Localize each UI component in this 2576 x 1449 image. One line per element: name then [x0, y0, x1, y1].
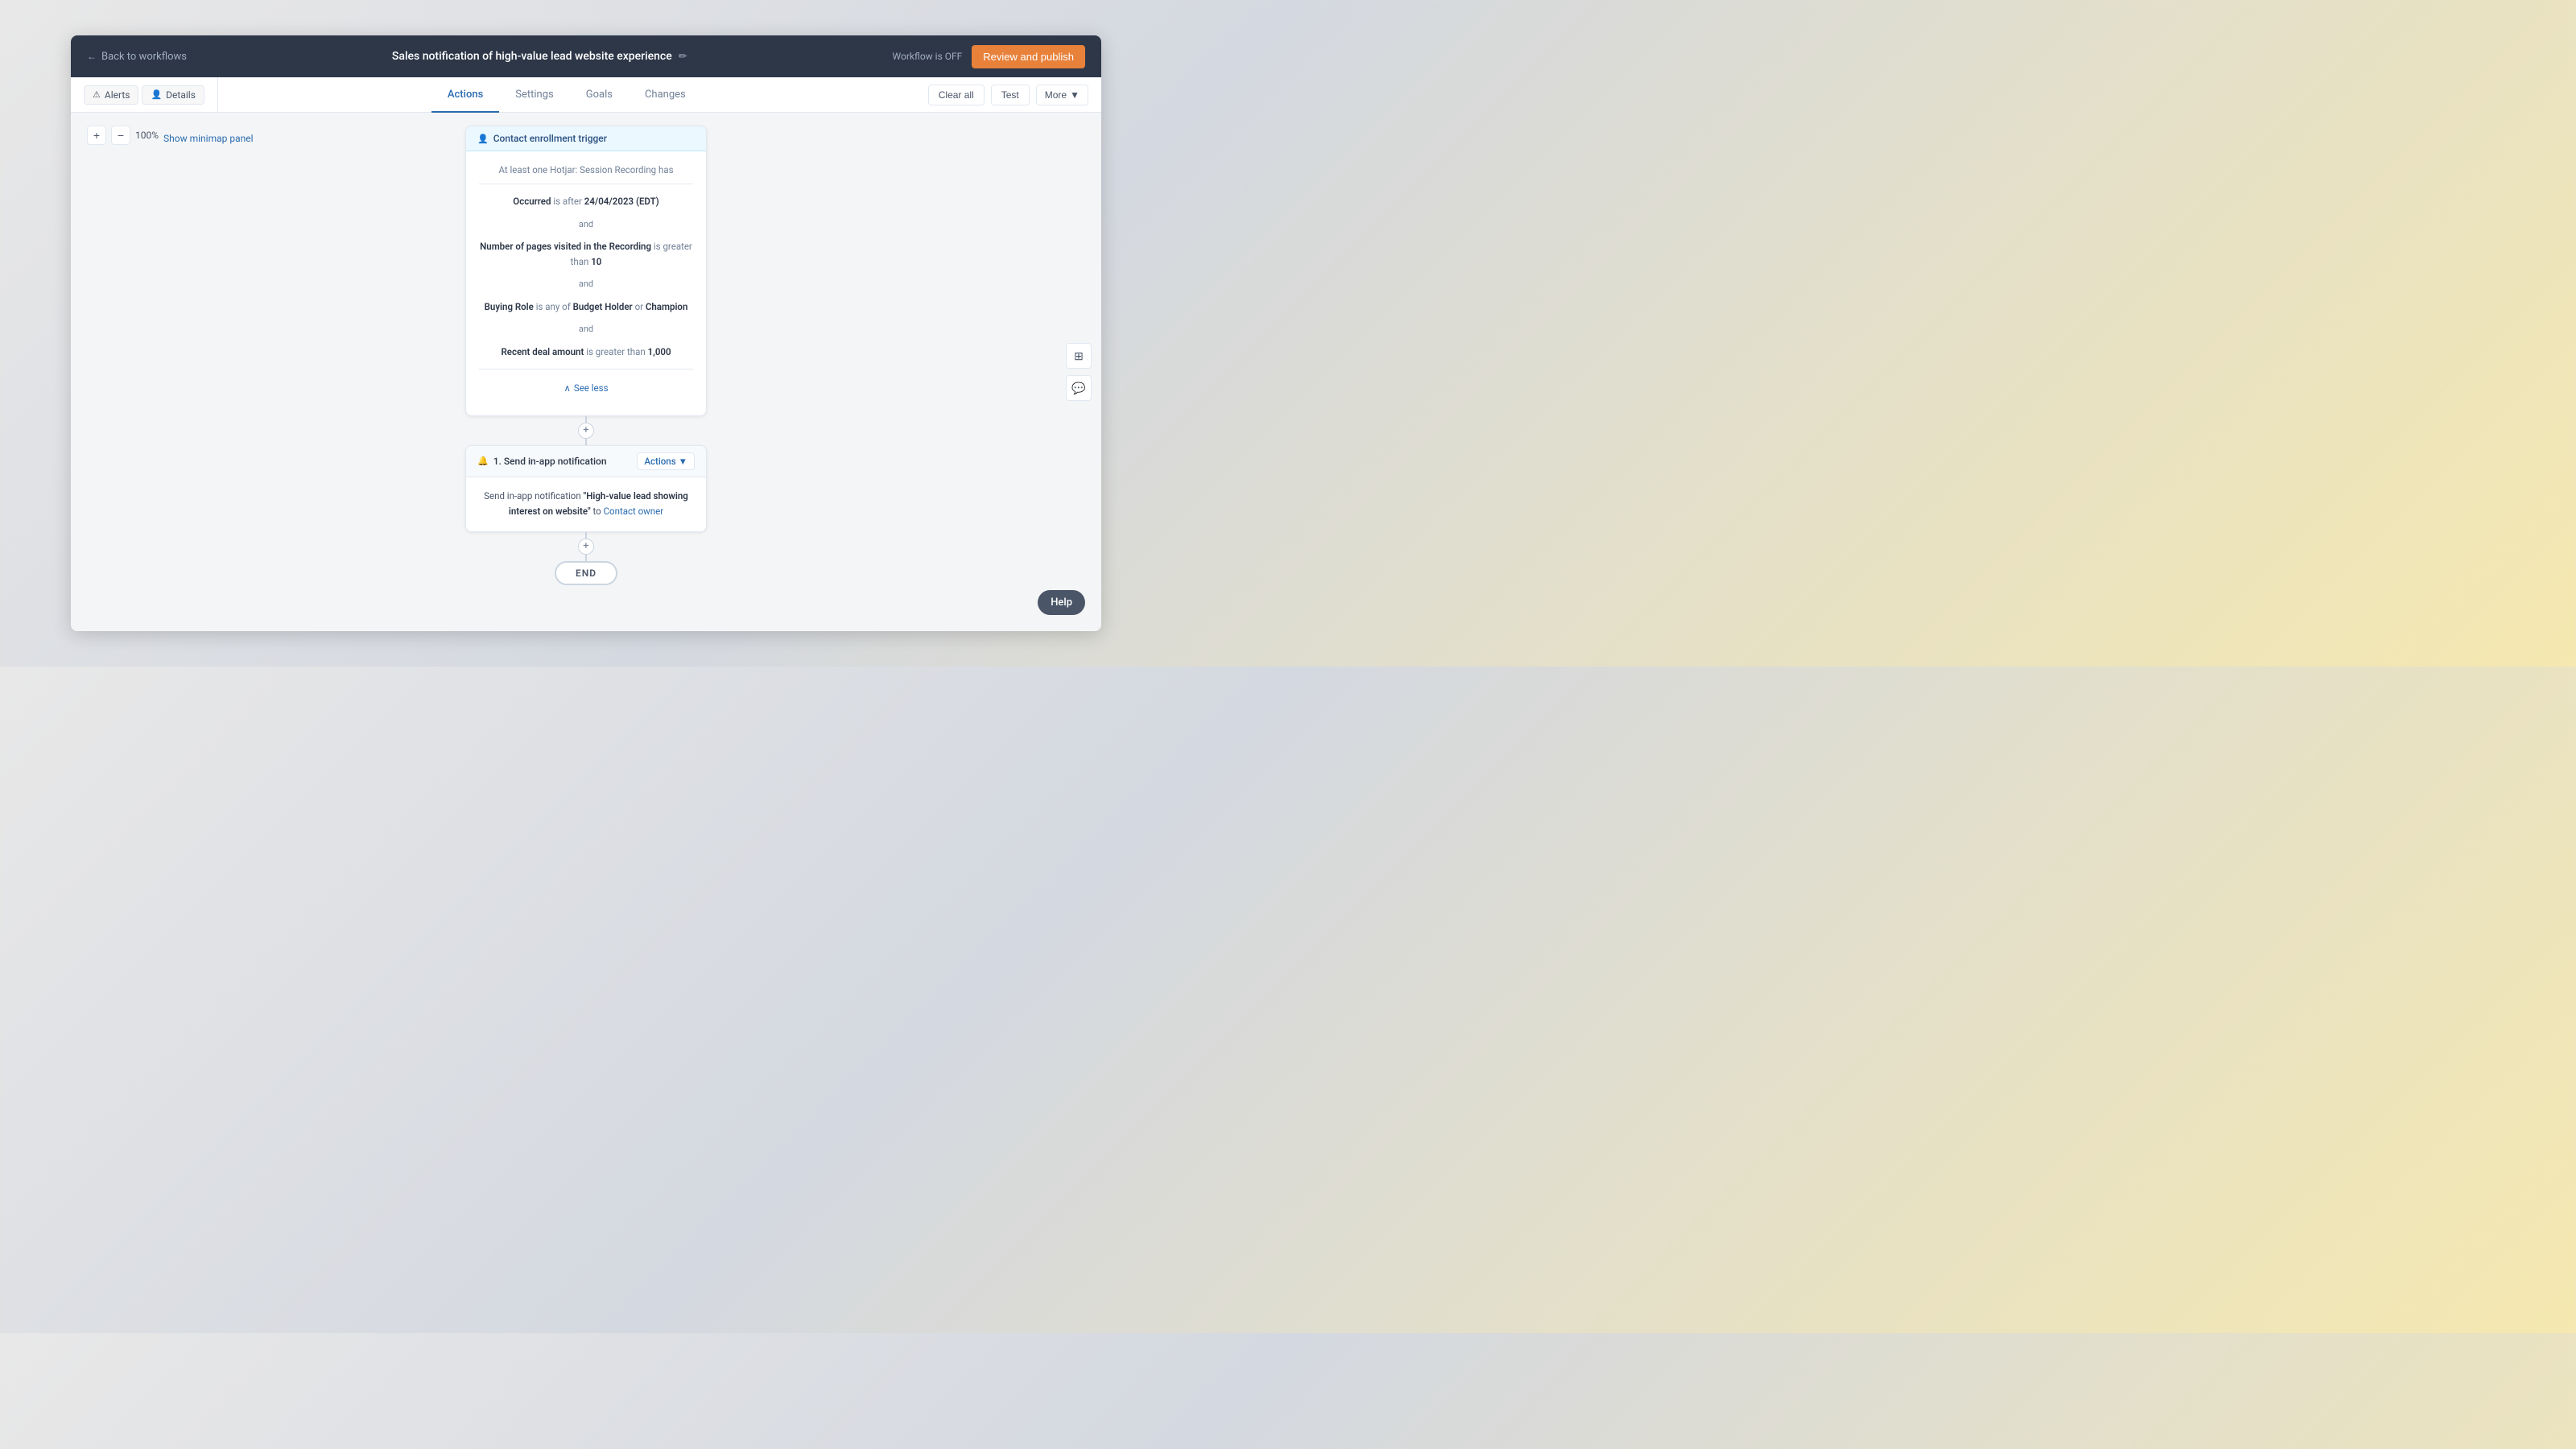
back-arrow-icon: ←: [87, 51, 97, 62]
see-less-link[interactable]: ∧ See less: [479, 376, 693, 403]
alerts-icon: ⚠: [93, 89, 101, 100]
condition-deal-amount: Recent deal amount is greater than 1,000: [479, 341, 693, 362]
trigger-icon: 👤: [477, 134, 489, 144]
top-nav-right: Workflow is OFF Review and publish: [893, 45, 1085, 68]
add-step-button-1[interactable]: +: [578, 423, 594, 439]
details-button[interactable]: 👤 Details: [142, 85, 204, 105]
trigger-card: 👤 Contact enrollment trigger At least on…: [465, 126, 707, 416]
workflow-status: Workflow is OFF: [893, 51, 963, 62]
see-less-label: See less: [574, 381, 609, 395]
action-body-text: Send in-app notification "High-value lea…: [484, 490, 688, 518]
top-nav: ← Back to workflows Sales notification o…: [71, 35, 1101, 77]
zoom-in-button[interactable]: +: [87, 126, 106, 145]
chevron-down-icon: ▼: [1070, 89, 1080, 101]
action-step-icon: 🔔: [477, 456, 489, 466]
chevron-up-icon: ∧: [564, 381, 570, 395]
tab-goals[interactable]: Goals: [570, 78, 629, 113]
tab-changes[interactable]: Changes: [629, 78, 702, 113]
contact-owner-link[interactable]: Contact owner: [604, 506, 664, 517]
tabs-area: Actions Settings Goals Changes: [218, 77, 915, 112]
app-container: ← Back to workflows Sales notification o…: [71, 35, 1101, 631]
zoom-controls: + − 100% Show minimap panel: [87, 126, 254, 145]
comment-icon: 💬: [1071, 382, 1085, 395]
tab-actions-label: Actions: [448, 89, 483, 101]
action-card: 🔔 1. Send in-app notification Actions ▼ …: [465, 445, 707, 532]
workflow-canvas: 👤 Contact enrollment trigger At least on…: [449, 126, 723, 585]
end-node: END: [555, 561, 617, 585]
grid-icon: ⊞: [1074, 349, 1084, 363]
publish-button[interactable]: Review and publish: [972, 45, 1085, 68]
show-minimap-link[interactable]: Show minimap panel: [163, 133, 254, 144]
zoom-level: 100%: [135, 130, 159, 141]
action-header-left: 🔔 1. Send in-app notification: [477, 456, 607, 467]
more-button[interactable]: More ▼: [1036, 85, 1088, 105]
action-card-header: 🔔 1. Send in-app notification Actions ▼: [466, 446, 706, 477]
and-separator-3: and: [479, 322, 693, 336]
details-label: Details: [166, 89, 196, 101]
zoom-out-button[interactable]: −: [111, 126, 130, 145]
tab-goals-label: Goals: [586, 89, 613, 101]
condition-pages: Number of pages visited in the Recording…: [479, 236, 693, 272]
workflow-title: Sales notification of high-value lead we…: [392, 50, 672, 63]
tab-settings[interactable]: Settings: [499, 78, 569, 113]
trigger-card-body: At least one Hotjar: Session Recording h…: [466, 151, 706, 415]
trigger-card-header: 👤 Contact enrollment trigger: [466, 126, 706, 151]
trigger-header-label: Contact enrollment trigger: [493, 133, 607, 144]
more-label: More: [1045, 89, 1067, 101]
add-step-button-2[interactable]: +: [578, 539, 594, 555]
secondary-nav-right: Clear all Test More ▼: [915, 77, 1101, 112]
connector-2: +: [585, 532, 587, 561]
back-link-label: Back to workflows: [101, 51, 187, 63]
edit-title-icon[interactable]: ✏: [679, 51, 687, 63]
actions-dropdown-label: Actions: [644, 456, 675, 467]
test-button[interactable]: Test: [991, 85, 1030, 105]
actions-dropdown-button[interactable]: Actions ▼: [637, 452, 695, 470]
actions-dropdown-chevron: ▼: [679, 456, 687, 467]
action-header-label: 1. Send in-app notification: [493, 456, 607, 467]
right-tools: ⊞ 💬: [1066, 343, 1092, 401]
details-icon: 👤: [151, 89, 162, 100]
tab-actions[interactable]: Actions: [431, 78, 499, 113]
action-card-body: Send in-app notification "High-value lea…: [466, 477, 706, 531]
trigger-intro-text: At least one Hotjar: Session Recording h…: [498, 164, 673, 175]
comments-button[interactable]: 💬: [1066, 375, 1092, 401]
alerts-button[interactable]: ⚠ Alerts: [84, 85, 138, 105]
alerts-label: Alerts: [105, 89, 130, 101]
tab-changes-label: Changes: [645, 89, 686, 101]
back-to-workflows-link[interactable]: ← Back to workflows: [87, 51, 187, 63]
connector-1: +: [585, 416, 587, 445]
clear-all-button[interactable]: Clear all: [928, 85, 985, 105]
grid-view-button[interactable]: ⊞: [1066, 343, 1092, 369]
canvas-area: + − 100% Show minimap panel ⊞ 💬 👤 Contac…: [71, 113, 1101, 631]
and-separator-2: and: [479, 277, 693, 291]
tab-settings-label: Settings: [515, 89, 553, 101]
condition-buying-role: Buying Role is any of Budget Holder or C…: [479, 296, 693, 317]
and-separator-1: and: [479, 217, 693, 232]
workflow-title-area: Sales notification of high-value lead we…: [187, 50, 893, 63]
condition-occurred: Occurred is after 24/04/2023 (EDT): [479, 191, 693, 212]
secondary-nav-left: ⚠ Alerts 👤 Details: [71, 77, 218, 112]
help-button[interactable]: Help: [1038, 590, 1085, 615]
secondary-nav: ⚠ Alerts 👤 Details Actions Settings Goal…: [71, 77, 1101, 113]
